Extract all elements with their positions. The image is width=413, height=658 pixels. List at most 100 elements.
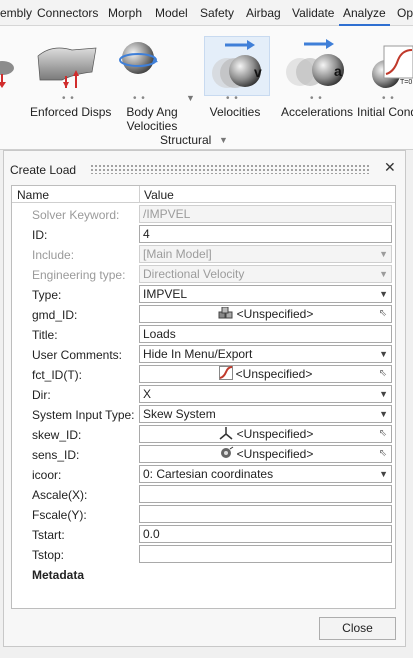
table-row-engineering-type: Engineering type: Directional Velocity ▼ xyxy=(12,264,395,284)
menu-safety[interactable]: Safety xyxy=(200,0,234,26)
chevron-down-icon[interactable]: ▼ xyxy=(379,466,388,482)
velocities-icon: v xyxy=(212,40,262,88)
velocities-tool[interactable]: v xyxy=(204,36,270,96)
table-row-dir: Dir: X ▼ xyxy=(12,384,395,404)
table-row-ascale-x: Ascale(X): xyxy=(12,484,395,504)
table-row-skew-id: skew_ID: <Unspecified> ⇖ xyxy=(12,424,395,444)
select-cursor-icon[interactable]: ⇖ xyxy=(379,448,387,460)
svg-text:a: a xyxy=(334,63,342,79)
dialog-close-icon[interactable]: ✕ xyxy=(384,160,396,174)
constraint-icon[interactable] xyxy=(0,44,16,94)
accelerations-icon: a xyxy=(286,39,344,86)
chevron-down-icon[interactable]: ▼ xyxy=(379,246,388,262)
dir-value: X xyxy=(143,387,152,401)
select-cursor-icon[interactable]: ⇖ xyxy=(379,428,387,440)
menu-morph[interactable]: Morph xyxy=(108,0,142,26)
table-row-user-comments: User Comments: Hide In Menu/Export ▼ xyxy=(12,344,395,364)
curve-icon xyxy=(218,366,233,382)
column-header-value[interactable]: Value xyxy=(144,188,174,202)
row-label-title: Title: xyxy=(32,328,58,342)
tstop-input[interactable] xyxy=(139,545,392,563)
row-label-type: Type: xyxy=(32,288,62,302)
menu-analyze[interactable]: Analyze xyxy=(339,0,390,26)
sens-id-entity-selector[interactable]: <Unspecified> ⇖ xyxy=(139,445,392,463)
chevron-down-icon[interactable]: ▼ xyxy=(379,286,388,302)
body-ang-velocities-label: Body Ang Velocities xyxy=(126,105,178,133)
gmd-id-entity-selector[interactable]: <Unspecified> ⇖ xyxy=(139,305,392,323)
menu-airbag[interactable]: Airbag xyxy=(246,0,281,26)
id-input[interactable]: 4 xyxy=(139,225,392,243)
dialog-drag-handle[interactable] xyxy=(90,164,370,174)
chevron-down-icon[interactable]: ▼ xyxy=(379,266,388,282)
initial-conditions-icon: T=0 xyxy=(372,45,413,88)
solver-keyword-value: /IMPVEL xyxy=(143,207,191,221)
column-divider[interactable] xyxy=(139,186,140,203)
row-label-gmd-id: gmd_ID: xyxy=(32,308,78,322)
menu-optimization[interactable]: Opt xyxy=(397,0,413,26)
menu-assembly[interactable]: embly xyxy=(0,0,32,26)
table-row-tstop: Tstop: xyxy=(12,544,395,564)
structural-group-label: Structural xyxy=(160,133,212,147)
accelerations-tool[interactable]: a xyxy=(284,36,350,96)
initial-conditions-dots: • • xyxy=(382,93,395,104)
enforced-disps-tool[interactable] xyxy=(32,36,102,96)
create-load-dialog: Create Load ✕ Name Value Solver Keyword:… xyxy=(3,150,406,647)
attribute-table: Name Value Solver Keyword: /IMPVEL ID: 4 Inc… xyxy=(11,185,396,609)
table-row-tstart: Tstart: 0.0 xyxy=(12,524,395,544)
accelerations-dots: • • xyxy=(310,93,323,104)
icoor-value: 0: Cartesian coordinates xyxy=(143,467,274,481)
table-row-fct-id-t: fct_ID(T): <Unspecified> ⇖ xyxy=(12,364,395,384)
solver-keyword-input: /IMPVEL xyxy=(139,205,392,223)
system-input-type-value: Skew System xyxy=(143,407,216,421)
structural-group-arrow[interactable]: ▼ xyxy=(219,135,228,145)
include-value: [Main Model] xyxy=(143,247,212,261)
initial-conditions-label: Initial Conditi xyxy=(357,105,413,119)
row-label-icoor: icoor: xyxy=(32,468,62,482)
skew-id-value: <Unspecified> xyxy=(236,427,314,442)
fct-id-t-entity-selector[interactable]: <Unspecified> ⇖ xyxy=(139,365,392,383)
table-row-icoor: icoor: 0: Cartesian coordinates ▼ xyxy=(12,464,395,484)
body-ang-velocities-tool[interactable] xyxy=(118,38,158,88)
type-dropdown[interactable]: IMPVEL ▼ xyxy=(139,285,392,303)
ascale-x-input[interactable] xyxy=(139,485,392,503)
select-cursor-icon[interactable]: ⇖ xyxy=(379,368,387,380)
user-comments-dropdown[interactable]: Hide In Menu/Export ▼ xyxy=(139,345,392,363)
table-row-solver-keyword: Solver Keyword: /IMPVEL xyxy=(12,204,395,224)
dir-dropdown[interactable]: X ▼ xyxy=(139,385,392,403)
system-input-type-dropdown[interactable]: Skew System ▼ xyxy=(139,405,392,423)
table-row-metadata[interactable]: Metadata xyxy=(12,564,395,584)
column-header-name[interactable]: Name xyxy=(17,188,49,202)
metadata-label: Metadata xyxy=(32,568,85,582)
fscale-y-input[interactable] xyxy=(139,505,392,523)
chevron-down-icon[interactable]: ▼ xyxy=(379,386,388,402)
user-comments-value: Hide In Menu/Export xyxy=(143,347,253,361)
initial-conditions-tool[interactable]: T=0 xyxy=(370,38,413,94)
icoor-dropdown[interactable]: 0: Cartesian coordinates ▼ xyxy=(139,465,392,483)
row-label-engineering-type: Engineering type: xyxy=(32,268,126,282)
accelerations-label: Accelerations xyxy=(280,105,354,119)
chevron-down-icon[interactable]: ▼ xyxy=(379,406,388,422)
menu-connectors[interactable]: Connectors xyxy=(37,0,98,26)
body-ang-velocities-dots: • • xyxy=(133,93,146,104)
skew-id-entity-selector[interactable]: <Unspecified> ⇖ xyxy=(139,425,392,443)
include-dropdown: [Main Model] ▼ xyxy=(139,245,392,263)
table-row-id: ID: 4 xyxy=(12,224,395,244)
dialog-title: Create Load xyxy=(10,163,77,177)
velocities-label: Velocities xyxy=(209,105,261,119)
close-button[interactable]: Close xyxy=(319,617,396,640)
table-row-gmd-id: gmd_ID: <Unspecified> ⇖ xyxy=(12,304,395,324)
chevron-down-icon[interactable]: ▼ xyxy=(379,346,388,362)
menu-model[interactable]: Model xyxy=(155,0,188,26)
table-row-title: Title: Loads xyxy=(12,324,395,344)
type-value: IMPVEL xyxy=(143,287,188,301)
table-row-fscale-y: Fscale(Y): xyxy=(12,504,395,524)
sensor-icon xyxy=(218,446,234,462)
enforced-disps-label: Enforced Disps xyxy=(30,105,112,119)
row-label-skew-id: skew_ID: xyxy=(32,428,82,442)
ribbon-expand-arrow[interactable]: ▼ xyxy=(186,93,195,103)
engineering-type-dropdown: Directional Velocity ▼ xyxy=(139,265,392,283)
title-input[interactable]: Loads xyxy=(139,325,392,343)
menu-validate[interactable]: Validate xyxy=(292,0,334,26)
tstart-input[interactable]: 0.0 xyxy=(139,525,392,543)
select-cursor-icon[interactable]: ⇖ xyxy=(379,308,387,320)
